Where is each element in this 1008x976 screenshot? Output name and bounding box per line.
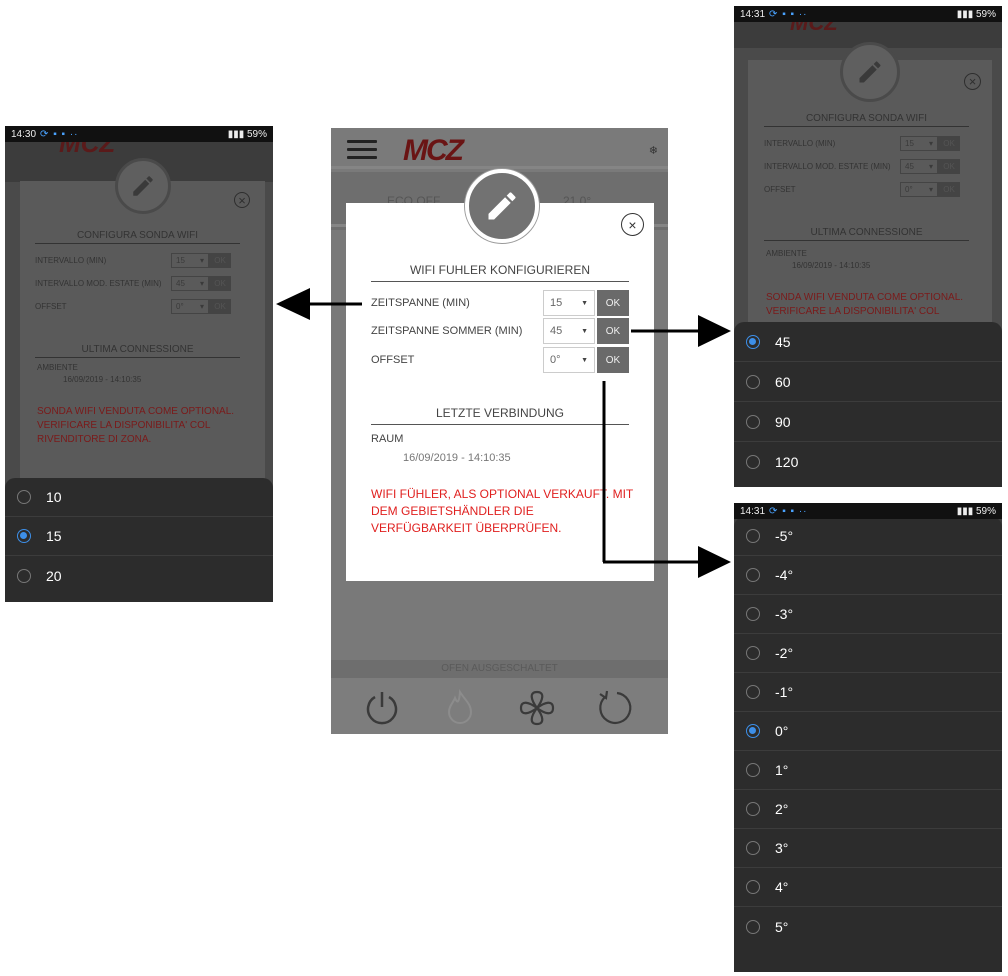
status-time: 14:30 bbox=[11, 128, 37, 140]
arrow-to-right-top-phone bbox=[631, 315, 731, 347]
notification-icons: ⟳ ▪ ▪ ·· bbox=[40, 128, 79, 140]
status-battery: ▮▮▮ 59% bbox=[956, 8, 996, 20]
status-bar: 14:31 ⟳ ▪ ▪ ·· ▮▮▮ 59% bbox=[734, 6, 1002, 22]
notification-icons: ⟳ ▪ ▪ ·· bbox=[769, 8, 808, 20]
arrow-to-left-phone bbox=[276, 288, 362, 320]
status-bar: 14:31 ⟳ ▪ ▪ ·· ▮▮▮ 59% bbox=[734, 503, 1002, 519]
arrow-to-right-bottom-phone bbox=[602, 381, 731, 578]
signal-icon: ▮▮▮ bbox=[227, 128, 247, 140]
notification-icons: ⟳ ▪ ▪ ·· bbox=[769, 505, 808, 517]
status-battery: ▮▮▮ 59% bbox=[956, 505, 996, 517]
signal-icon: ▮▮▮ bbox=[956, 505, 976, 517]
status-bar: 14:30 ⟳ ▪ ▪ ·· ▮▮▮ 59% bbox=[5, 126, 273, 142]
signal-icon: ▮▮▮ bbox=[956, 8, 976, 20]
status-time: 14:31 bbox=[740, 505, 766, 517]
status-battery: ▮▮▮ 59% bbox=[227, 128, 267, 140]
annotation-arrows bbox=[276, 288, 731, 578]
status-time: 14:31 bbox=[740, 8, 766, 20]
